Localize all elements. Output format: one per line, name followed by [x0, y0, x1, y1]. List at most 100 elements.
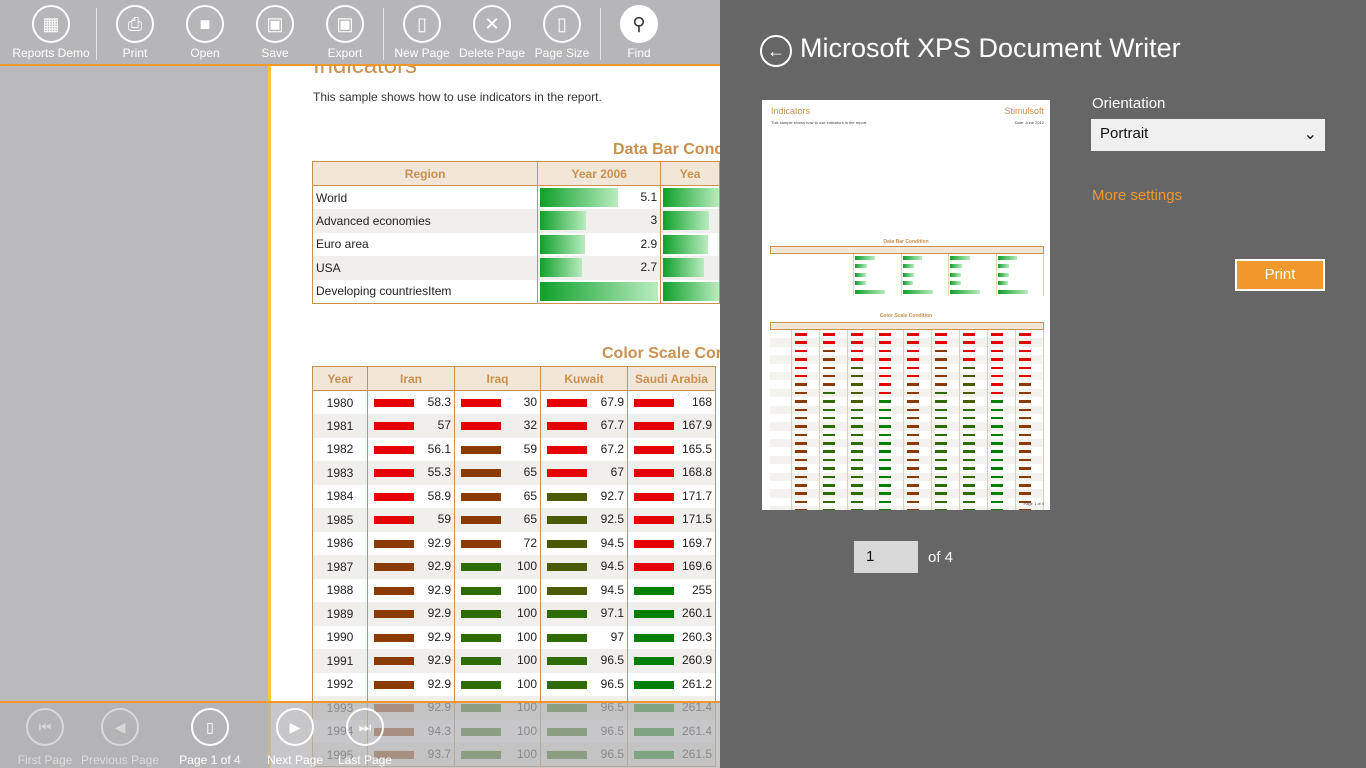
color-swatch: [374, 563, 414, 572]
preview-swatch: [795, 383, 807, 386]
preview-swatch: [991, 500, 1003, 504]
appbar-find-button[interactable]: ⚲ Find: [596, 5, 682, 65]
color-swatch: [461, 539, 501, 548]
orientation-select[interactable]: Portrait ⌄: [1091, 119, 1325, 151]
preview-cell: [770, 262, 854, 271]
appbar-separator: [600, 8, 601, 60]
table-row: 1984 58.9 65 92.7 171.7: [312, 484, 716, 508]
color-swatch: [634, 516, 674, 525]
table-row: 1988 92.9 100 94.5 255: [312, 578, 716, 602]
data-bar-fill: [540, 234, 586, 254]
preview-cell: [876, 422, 904, 431]
preview-bar: [855, 272, 867, 277]
preview-cell: [904, 405, 932, 414]
preview-swatch: [823, 341, 835, 344]
preview-swatch: [991, 458, 1003, 462]
color-swatch: [634, 586, 674, 595]
data-bar-fill: [540, 281, 659, 301]
preview-bar: [997, 272, 1009, 277]
year-cell: 1984: [312, 484, 368, 508]
preview-cell: [904, 355, 932, 364]
color-scale-bar: 65: [456, 485, 540, 508]
data-bar: 2.7: [539, 256, 660, 279]
preview-row: [770, 497, 1044, 507]
preview-cell: [932, 355, 960, 364]
page-count-label: of 4: [928, 549, 954, 566]
colorscale-cell: 100: [454, 555, 541, 579]
color-swatch: [461, 563, 501, 572]
color-swatch: [374, 633, 414, 642]
preview-cell: [1016, 405, 1044, 414]
colorscale-cell: 97.1: [540, 602, 628, 626]
appbar-export-button[interactable]: ▣ Export: [302, 5, 388, 65]
preview-cell: [932, 422, 960, 431]
preview-swatch: [935, 492, 947, 495]
year-cell: 1988: [312, 578, 368, 602]
preview-bar: [997, 256, 1018, 260]
color-swatch: [634, 539, 674, 548]
preview-swatch: [879, 484, 891, 487]
preview-cell: [848, 330, 876, 339]
preview-cell: [960, 472, 988, 482]
preview-swatch: [907, 408, 919, 412]
preview-cell: [854, 287, 902, 296]
preview-cell: [904, 455, 932, 465]
preview-swatch: [935, 333, 947, 336]
preview-swatch: [935, 442, 947, 445]
nav-last-page-button[interactable]: ⏭ Last Page: [320, 708, 410, 768]
color-scale-value: 65: [523, 512, 537, 527]
color-swatch: [374, 469, 414, 478]
preview-cell: [792, 506, 820, 510]
color-scale-value: 94.5: [600, 535, 624, 550]
preview-cell: [1016, 430, 1044, 440]
preview-date: Date: June 2012: [1014, 120, 1044, 125]
preview-row: [770, 380, 1044, 389]
print-button[interactable]: Print: [1235, 259, 1325, 291]
color-scale-bar: 169.7: [629, 532, 715, 555]
preview-cell: [960, 439, 988, 448]
table-row: 1992 92.9 100 96.5 261.2: [312, 672, 716, 696]
preview-swatch: [879, 349, 891, 353]
color-scale-value: 97.1: [600, 606, 624, 621]
preview-cell: [904, 388, 932, 398]
preview-swatch: [851, 458, 863, 462]
preview-cell: [876, 497, 904, 507]
preview-swatch: [795, 341, 807, 344]
preview-cell: [770, 287, 854, 296]
nav-page-1-of-4-button[interactable]: ▯ Page 1 of 4: [165, 708, 255, 768]
preview-cell: [904, 439, 932, 448]
more-settings-link[interactable]: More settings: [1092, 187, 1182, 204]
color-swatch: [374, 610, 414, 619]
preview-swatch: [1019, 484, 1031, 487]
preview-swatch: [879, 391, 891, 395]
color-swatch: [547, 610, 587, 619]
color-scale-value: 100: [516, 629, 537, 644]
preview-swatch: [823, 467, 835, 470]
preview-cell: [770, 439, 792, 448]
preview-cell: [960, 464, 988, 473]
appbar-reports-demo-button[interactable]: ▦ Reports Demo: [8, 5, 94, 65]
color-scale-bar: 260.1: [629, 602, 715, 625]
preview-cell: [902, 279, 949, 288]
preview-swatch: [1019, 341, 1031, 344]
region-cell: Euro area: [311, 232, 539, 256]
appbar-page-size-button[interactable]: ▯ Page Size: [519, 5, 605, 65]
preview-swatch: [879, 458, 891, 462]
preview-cell: [997, 279, 1044, 288]
data-bar-fill: [663, 234, 708, 254]
preview-cell: [960, 346, 988, 356]
color-scale-bar: 97: [542, 626, 627, 649]
preview-swatch: [795, 484, 807, 487]
preview-cell: [770, 397, 792, 406]
preview-cell: [848, 413, 876, 423]
preview-cell: [820, 346, 848, 356]
preview-row: [770, 422, 1044, 431]
preview-cell: [932, 413, 960, 423]
page-number-input[interactable]: 1: [854, 541, 918, 573]
colorscale-cell: 65: [454, 484, 541, 508]
nav-previous-page-button[interactable]: ◀ Previous Page: [75, 708, 165, 768]
preview-swatch: [795, 509, 807, 510]
preview-cell: [848, 363, 876, 372]
appbar-separator: [96, 8, 97, 60]
back-button[interactable]: ←: [760, 35, 792, 67]
